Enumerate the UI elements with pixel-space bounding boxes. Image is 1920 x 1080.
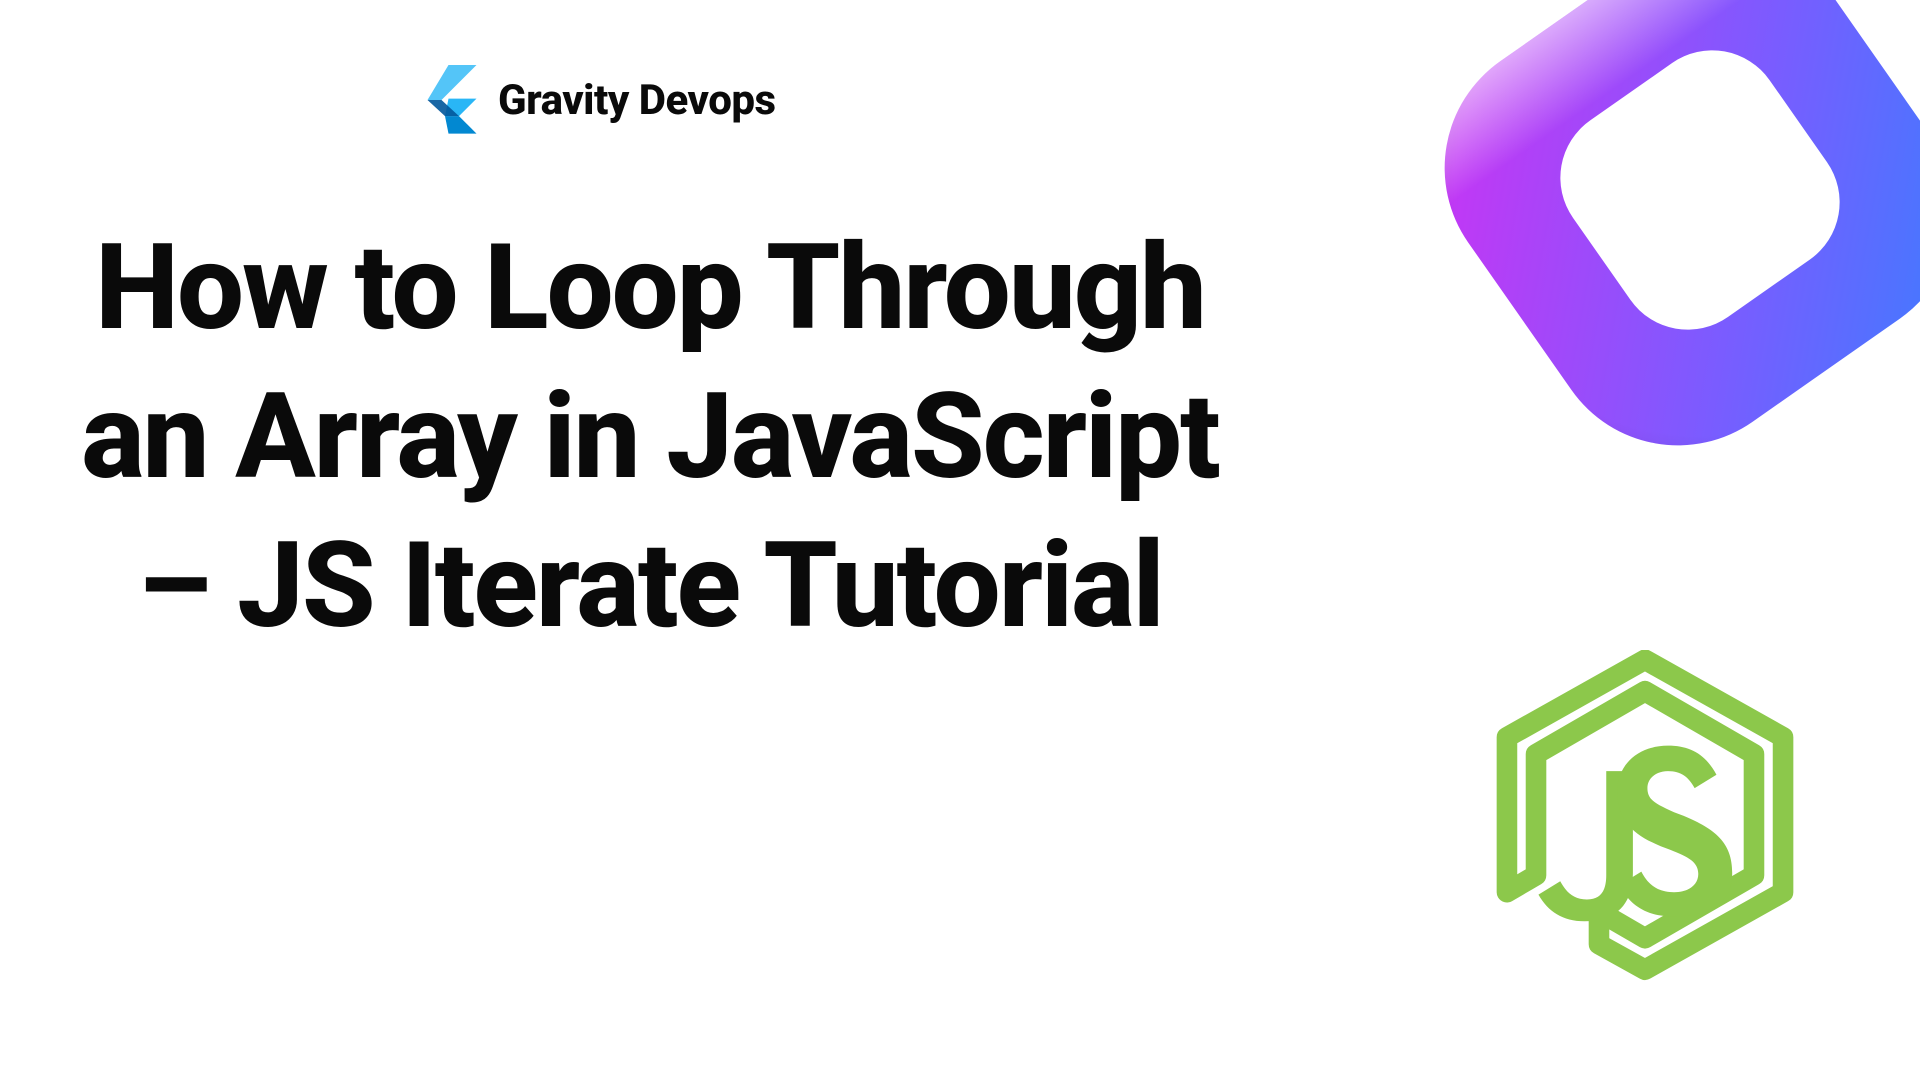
- chevron-logo-icon: [410, 65, 480, 135]
- ring3d-decorative-icon: [1350, 0, 1920, 540]
- brand-name: Gravity Devops: [498, 76, 776, 125]
- page-title: How to Loop Through an Array in JavaScri…: [50, 215, 1250, 661]
- brand-row: Gravity Devops: [410, 65, 776, 135]
- nodejs-icon: [1490, 650, 1800, 1000]
